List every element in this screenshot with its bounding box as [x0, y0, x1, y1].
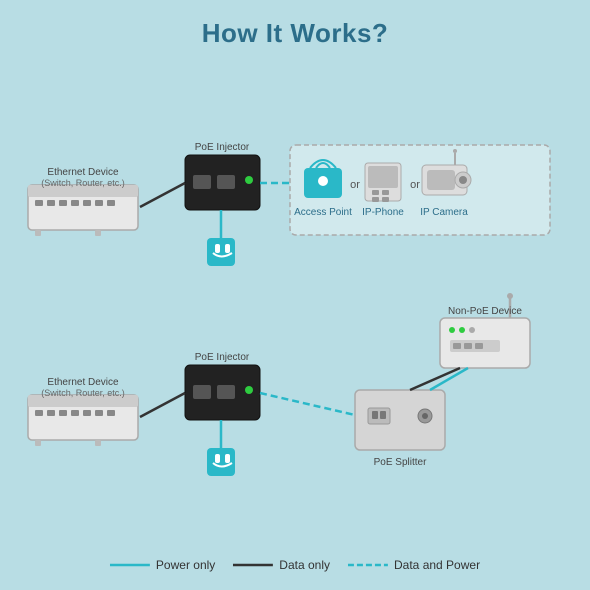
legend-data-power: Data and Power	[348, 558, 480, 572]
legend-power-label: Power only	[156, 558, 215, 572]
svg-text:PoE Injector: PoE Injector	[195, 142, 250, 153]
svg-text:or: or	[410, 179, 420, 191]
svg-text:PoE Injector: PoE Injector	[195, 352, 250, 363]
svg-text:(Switch, Router, etc.): (Switch, Router, etc.)	[41, 388, 125, 398]
legend-data-power-label: Data and Power	[394, 558, 480, 572]
legend-power: Power only	[110, 558, 215, 572]
svg-text:IP Camera: IP Camera	[420, 207, 468, 218]
svg-text:IP-Phone: IP-Phone	[362, 207, 404, 218]
legend-data-label: Data only	[279, 558, 330, 572]
svg-text:Ethernet Device: Ethernet Device	[47, 377, 119, 388]
svg-text:Access Point: Access Point	[294, 207, 352, 218]
legend: Power only Data only Data and Power	[110, 558, 480, 572]
svg-text:Ethernet Device: Ethernet Device	[47, 167, 119, 178]
svg-text:PoE Splitter: PoE Splitter	[374, 457, 427, 468]
svg-text:Non-PoE Device: Non-PoE Device	[448, 306, 522, 317]
svg-text:or: or	[350, 179, 360, 191]
legend-data: Data only	[233, 558, 330, 572]
svg-text:(Switch, Router, etc.): (Switch, Router, etc.)	[41, 178, 125, 188]
